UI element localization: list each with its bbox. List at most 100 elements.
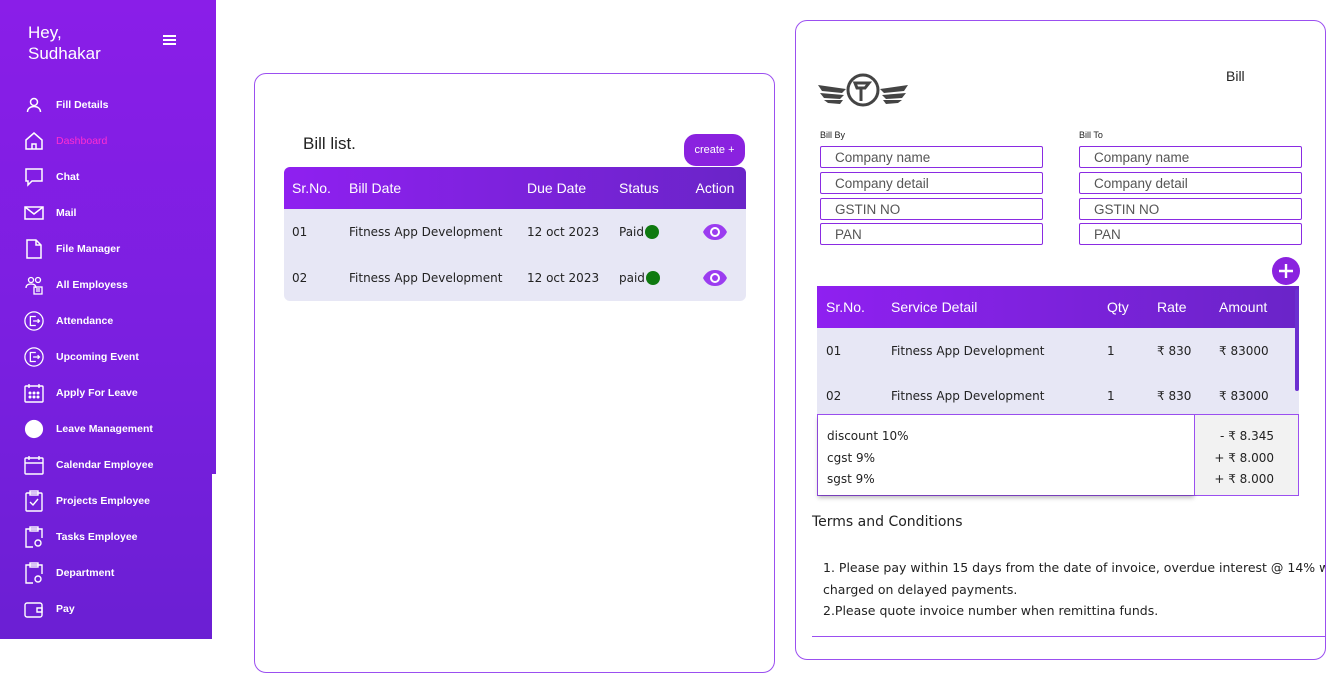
bill-to-pan-field[interactable]: PAN	[1079, 223, 1302, 245]
sidebar-item-all-employees[interactable]: All Employess	[0, 267, 216, 303]
sidebar-item-leave-management[interactable]: Leave Management	[0, 411, 216, 447]
chat-icon	[24, 167, 44, 187]
sidebar-item-label: Fill Details	[56, 99, 109, 111]
bill-list-panel: Bill list. create + Sr.No. Bill Date Due…	[254, 73, 775, 673]
bill-to-label: Bill To	[1079, 130, 1103, 140]
bill-to-company-detail-field[interactable]: Company detail	[1079, 172, 1302, 194]
sidebar-item-label: Projects Employee	[56, 495, 150, 507]
employees-icon	[24, 275, 44, 295]
bill-table-header: Sr.No. Bill Date Due Date Status Action	[284, 167, 746, 209]
company-logo	[818, 73, 908, 107]
column-header: Status	[619, 180, 659, 196]
bill-by-gstin-field[interactable]: GSTIN NO	[820, 198, 1043, 220]
cell-amount: ₹ 83000	[1219, 388, 1269, 403]
view-button[interactable]	[684, 269, 746, 287]
sidebar-item-attendance[interactable]: Attendance	[0, 303, 216, 339]
sidebar-item-mail[interactable]: Mail	[0, 195, 216, 231]
create-bill-button[interactable]: create +	[684, 134, 745, 166]
sidebar-item-dashboard[interactable]: Dashboard	[0, 123, 216, 159]
column-header: Due Date	[527, 180, 587, 196]
terms-line: charged on delayed payments.	[823, 581, 1018, 597]
sidebar-item-file-manager[interactable]: File Manager	[0, 231, 216, 267]
calendar-icon	[24, 455, 44, 475]
cell-bill: Fitness App Development	[349, 225, 503, 239]
sidebar-item-fill-details[interactable]: Fill Details	[0, 87, 216, 123]
sidebar-item-projects-employee[interactable]: Projects Employee	[0, 483, 216, 519]
sidebar-item-label: Pay	[56, 603, 75, 615]
table-row: 01 Fitness App Development 1 ₹ 830 ₹ 830…	[817, 328, 1299, 373]
sidebar-item-label: Leave Management	[56, 423, 153, 435]
bill-by-pan-field[interactable]: PAN	[820, 223, 1043, 245]
cell-qty: 1	[1107, 388, 1115, 403]
menu-icon[interactable]	[163, 35, 176, 45]
view-button[interactable]	[684, 223, 746, 241]
cgst-value: + ₹ 8.000	[1214, 450, 1274, 465]
sidebar-item-chat[interactable]: Chat	[0, 159, 216, 195]
bill-to-gstin-field[interactable]: GSTIN NO	[1079, 198, 1302, 220]
sidebar-item-label: Apply For Leave	[56, 387, 138, 399]
logout-circle-icon	[24, 311, 44, 331]
cell-rate: ₹ 830	[1157, 388, 1192, 403]
status-dot-icon	[645, 225, 660, 239]
service-table-header: Sr.No. Service Detail Qty Rate Amount	[817, 286, 1299, 328]
logout-circle-icon	[24, 347, 44, 367]
column-header: Service Detail	[891, 299, 978, 315]
bill-list-title: Bill list.	[303, 134, 356, 153]
terms-line: 1. Please pay within 15 days from the da…	[823, 560, 1326, 575]
sidebar-item-calendar-employee[interactable]: Calendar Employee	[0, 447, 216, 483]
sidebar-item-label: Upcoming Event	[56, 351, 139, 363]
table-row: 01 Fitness App Development 12 oct 2023 P…	[284, 209, 746, 255]
sidebar-item-upcoming-event[interactable]: Upcoming Event	[0, 339, 216, 375]
sidebar-nav: Fill Details Dashboard Chat Mail File Ma…	[0, 87, 216, 627]
file-icon	[24, 239, 44, 259]
terms-text: 1. Please pay within 15 days from the da…	[823, 557, 1326, 622]
add-service-button[interactable]	[1272, 257, 1300, 285]
status-text: Paid	[619, 225, 645, 239]
eye-icon[interactable]	[702, 269, 728, 287]
status-text: paid	[619, 271, 645, 285]
column-header: Amount	[1219, 299, 1268, 315]
cell-service: Fitness App Development	[891, 388, 1045, 403]
cell-sr: 01	[826, 343, 842, 358]
cgst-label: cgst 9%	[827, 450, 876, 465]
greeting-name: Sudhakar	[28, 44, 101, 63]
invoice-title: Bill	[1226, 68, 1245, 84]
status-cell: Paid	[619, 225, 684, 239]
cell-sr: 01	[292, 225, 308, 239]
divider	[812, 636, 1325, 637]
clipboard-check-icon	[24, 490, 44, 512]
bill-to-company-name-field[interactable]: Company name	[1079, 146, 1302, 168]
sidebar: Hey, Sudhakar Fill Details Dashboard Cha…	[0, 0, 216, 639]
sidebar-item-tasks-employee[interactable]: Tasks Employee	[0, 519, 216, 555]
sidebar-item-apply-for-leave[interactable]: Apply For Leave	[0, 375, 216, 411]
discount-value: - ₹ 8.345	[1220, 429, 1274, 443]
column-header: Sr.No.	[826, 299, 865, 315]
cell-service: Fitness App Development	[891, 343, 1045, 358]
cell-amount: ₹ 83000	[1219, 343, 1269, 358]
bill-by-company-name-field[interactable]: Company name	[820, 146, 1043, 168]
table-scrollbar[interactable]	[1295, 289, 1299, 391]
home-icon	[24, 131, 44, 151]
bill-by-label: Bill By	[820, 130, 846, 140]
sidebar-item-department[interactable]: Department	[0, 555, 216, 591]
clipboard-gear-icon	[24, 526, 44, 548]
clipboard-gear-icon	[24, 562, 44, 584]
sidebar-item-label: Chat	[56, 171, 80, 183]
circle-icon	[24, 419, 44, 439]
sgst-value: + ₹ 8.000	[1214, 472, 1274, 486]
calendar-grid-icon	[24, 383, 44, 403]
discount-label: discount 10%	[827, 429, 909, 443]
sidebar-item-pay[interactable]: Pay	[0, 591, 216, 627]
invoice-panel: Bill Bill By Bill To Company name Compan…	[795, 20, 1326, 660]
eye-icon[interactable]	[702, 223, 728, 241]
sidebar-item-label: Dashboard	[56, 135, 108, 147]
bill-by-company-detail-field[interactable]: Company detail	[820, 172, 1043, 194]
mail-icon	[24, 203, 44, 223]
status-cell: paid	[619, 271, 684, 285]
adjustment-labels: discount 10% cgst 9% sgst 9%	[818, 415, 1194, 495]
column-header: Sr.No.	[292, 180, 331, 196]
terms-line: 2.Please quote invoice number when remit…	[823, 603, 1159, 618]
cell-qty: 1	[1107, 343, 1115, 358]
sidebar-item-label: Tasks Employee	[56, 531, 138, 543]
sidebar-edge	[212, 474, 218, 644]
